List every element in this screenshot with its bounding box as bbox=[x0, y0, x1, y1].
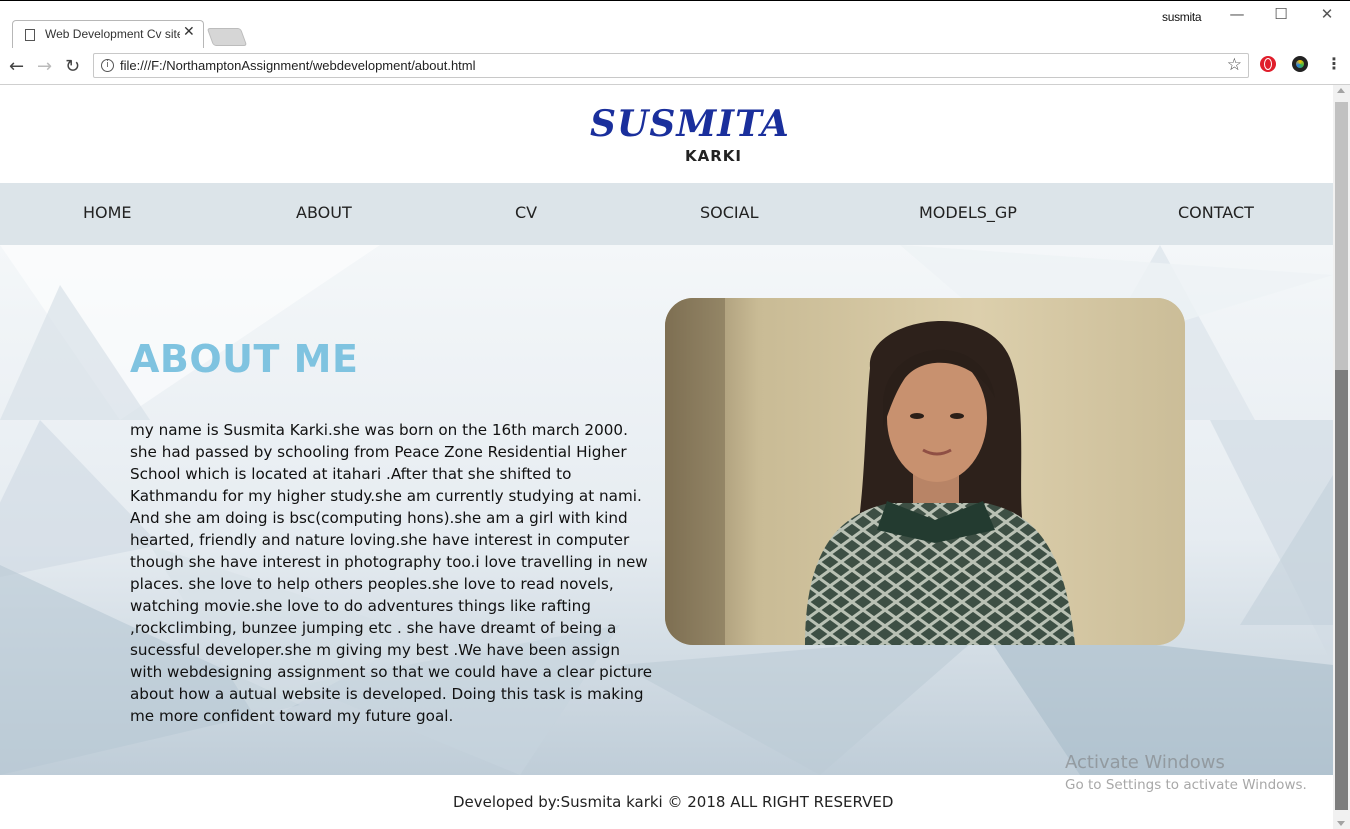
minimize-button[interactable]: — bbox=[1222, 5, 1252, 27]
close-icon[interactable]: ✕ bbox=[183, 24, 195, 40]
logo[interactable]: SUSMITA bbox=[590, 103, 790, 145]
page-icon bbox=[25, 29, 35, 41]
nav-cv[interactable]: CV bbox=[515, 203, 537, 222]
toolbar: ← → ↻ i file:///F:/NorthamptonAssignment… bbox=[0, 48, 1350, 85]
maximize-button[interactable]: ☐ bbox=[1266, 5, 1296, 27]
scroll-down-arrow-icon[interactable] bbox=[1337, 821, 1345, 826]
opera-icon[interactable] bbox=[1260, 56, 1276, 72]
profile-name[interactable]: susmita bbox=[1162, 10, 1202, 24]
page-viewport: SUSMITA KARKI HOME ABOUT CV SOCIAL MODEL… bbox=[0, 85, 1333, 829]
colorzilla-icon[interactable] bbox=[1292, 56, 1308, 72]
activate-windows-title: Activate Windows bbox=[1065, 752, 1225, 773]
info-icon[interactable]: i bbox=[101, 59, 114, 72]
nav-models-gp[interactable]: MODELS_GP bbox=[919, 203, 1017, 222]
about-text: my name is Susmita Karki.she was born on… bbox=[130, 421, 653, 725]
menu-icon[interactable]: ⋮ bbox=[1326, 54, 1342, 73]
nav-social[interactable]: SOCIAL bbox=[700, 203, 759, 222]
tab-title: Web Development Cv site bbox=[45, 27, 180, 41]
new-tab-button[interactable] bbox=[206, 28, 248, 46]
star-icon[interactable]: ☆ bbox=[1227, 55, 1242, 75]
address-bar[interactable]: i file:///F:/NorthamptonAssignment/webde… bbox=[93, 53, 1249, 78]
profile-photo bbox=[665, 298, 1185, 645]
browser-titlebar: Web Development Cv site ✕ susmita — ☐ ✕ bbox=[0, 0, 1350, 50]
activate-windows-subtitle: Go to Settings to activate Windows. bbox=[1065, 777, 1307, 793]
close-window-button[interactable]: ✕ bbox=[1312, 5, 1342, 27]
browser-tab[interactable]: Web Development Cv site ✕ bbox=[12, 20, 204, 50]
nav-contact[interactable]: CONTACT bbox=[1178, 203, 1254, 222]
logo-subtitle: KARKI bbox=[685, 147, 742, 165]
scroll-track[interactable] bbox=[1335, 102, 1348, 370]
about-title: ABOUT ME bbox=[130, 337, 359, 381]
nav-home[interactable]: HOME bbox=[83, 203, 132, 222]
footer-text: Developed by:Susmita karki © 2018 ALL RI… bbox=[453, 793, 894, 811]
forward-button[interactable]: → bbox=[37, 56, 52, 77]
site-header: SUSMITA KARKI bbox=[0, 85, 1333, 183]
scroll-up-arrow-icon[interactable] bbox=[1337, 88, 1345, 93]
site-nav: HOME ABOUT CV SOCIAL MODELS_GP CONTACT bbox=[0, 183, 1333, 245]
url-text[interactable]: file:///F:/NorthamptonAssignment/webdeve… bbox=[120, 58, 476, 73]
back-button[interactable]: ← bbox=[9, 56, 24, 77]
about-section: ABOUT ME my name is Susmita Karki.she wa… bbox=[0, 245, 1333, 775]
page-scrollbar[interactable] bbox=[1333, 85, 1350, 829]
nav-about[interactable]: ABOUT bbox=[296, 203, 352, 222]
reload-button[interactable]: ↻ bbox=[65, 56, 80, 77]
scroll-thumb[interactable] bbox=[1335, 370, 1348, 810]
